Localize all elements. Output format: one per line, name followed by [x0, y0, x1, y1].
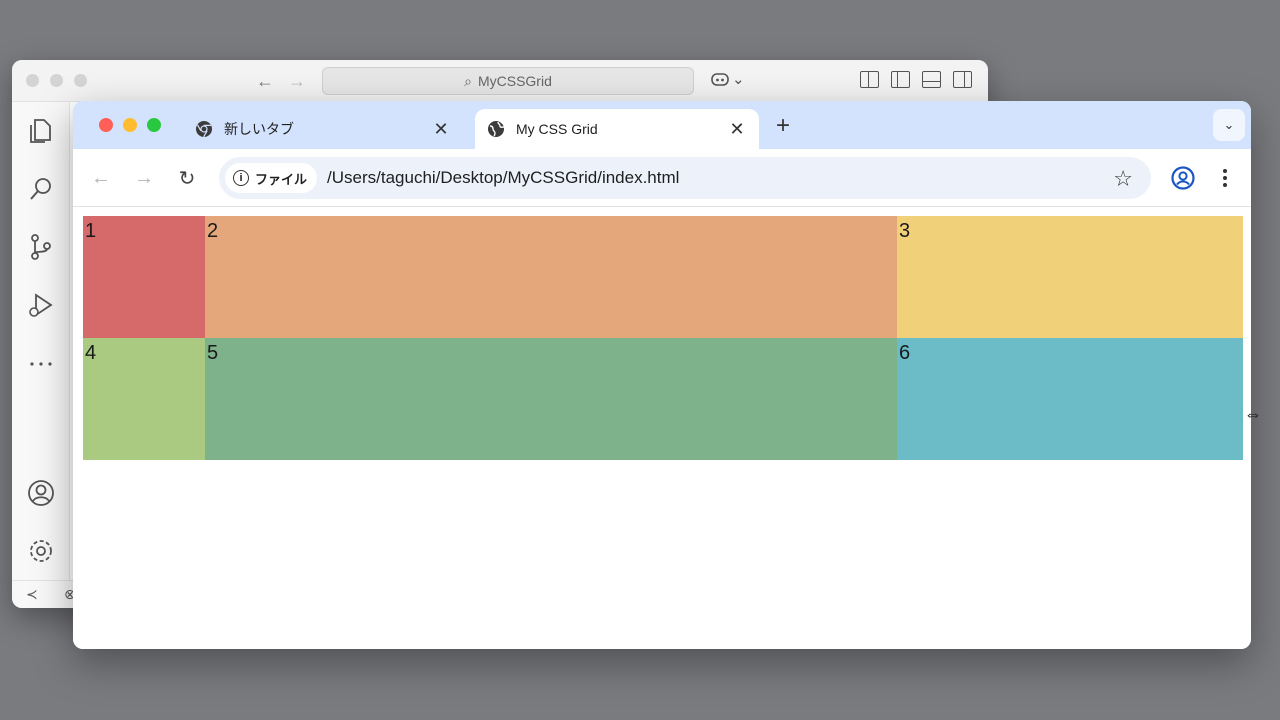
resize-cursor-icon: ⇔: [1244, 404, 1262, 424]
tab-close-icon[interactable]: ✕: [723, 119, 751, 140]
activity-bar: [12, 102, 70, 580]
editor-forward-button[interactable]: →: [288, 71, 306, 92]
minimize-window-button[interactable]: [123, 118, 137, 132]
reload-button[interactable]: ↻: [173, 164, 201, 192]
browser-toolbar: ← → ↻ i ファイル /Users/taguchi/Desktop/MyCS…: [73, 149, 1251, 207]
chevron-down-icon: ⌄: [732, 71, 745, 88]
site-info-label: ファイル: [255, 171, 308, 187]
page-content: 123 456: [73, 208, 1251, 649]
source-control-icon[interactable]: [26, 232, 56, 262]
grid-cell-1: 1: [83, 216, 205, 338]
customize-layout-icon[interactable]: [860, 71, 879, 88]
menu-dot: [1223, 169, 1227, 173]
site-info-chip[interactable]: i ファイル: [225, 163, 318, 193]
address-bar[interactable]: i ファイル /Users/taguchi/Desktop/MyCSSGrid/…: [219, 157, 1151, 199]
profile-icon[interactable]: [1169, 164, 1197, 192]
zoom-window-button[interactable]: [147, 118, 161, 132]
editor-back-button[interactable]: ←: [256, 71, 274, 92]
editor-minimize-light[interactable]: [50, 74, 63, 87]
chevron-down-icon: ⌄: [1223, 117, 1235, 132]
tab-my-css-grid[interactable]: My CSS Grid ✕: [475, 109, 759, 149]
tab-title: 新しいタブ: [224, 121, 294, 137]
grid-cell-4: 4: [83, 338, 205, 460]
explorer-icon[interactable]: [26, 116, 56, 146]
tab-close-icon[interactable]: ✕: [427, 119, 455, 140]
browser-menu-button[interactable]: [1213, 164, 1237, 192]
browser-window: 新しいタブ ✕ My CSS Grid ✕ + ⌄ ← → ↻ i ファイル /…: [73, 101, 1251, 649]
tab-strip: 新しいタブ ✕ My CSS Grid ✕ + ⌄: [73, 101, 1251, 149]
grid-cell-6: 6: [897, 338, 1243, 460]
grid-cell-3: 3: [897, 216, 1243, 338]
grid-cell-2: 2: [205, 216, 897, 338]
editor-layout-controls: [860, 71, 972, 88]
editor-zoom-light[interactable]: [74, 74, 87, 87]
grid-cell-5: 5: [205, 338, 897, 460]
menu-dot: [1223, 176, 1227, 180]
toggle-primary-sidebar-icon[interactable]: [891, 71, 910, 88]
back-button[interactable]: ←: [87, 164, 115, 192]
chrome-icon: [196, 121, 212, 138]
toggle-secondary-sidebar-icon[interactable]: [953, 71, 972, 88]
bookmark-star-icon[interactable]: ☆: [1113, 166, 1133, 192]
remote-icon[interactable]: ≺: [26, 586, 38, 603]
editor-nav: ← →: [256, 71, 306, 92]
search-icon: ⌕: [464, 72, 472, 89]
search-icon[interactable]: [26, 174, 56, 204]
close-window-button[interactable]: [99, 118, 113, 132]
editor-command-center[interactable]: ⌕ MyCSSGrid: [322, 67, 694, 95]
gear-icon[interactable]: [26, 536, 56, 566]
editor-titlebar: ← → ⌕ MyCSSGrid ⌄: [12, 60, 988, 102]
css-grid-container: 123 456: [83, 216, 1243, 460]
forward-button[interactable]: →: [130, 164, 158, 192]
editor-close-light[interactable]: [26, 74, 39, 87]
account-icon[interactable]: [26, 478, 56, 508]
copilot-icon: [711, 73, 729, 86]
url-text[interactable]: /Users/taguchi/Desktop/MyCSSGrid/index.h…: [327, 168, 1151, 188]
new-tab-button[interactable]: +: [771, 112, 795, 140]
editor-search-label: MyCSSGrid: [477, 73, 552, 89]
menu-dot: [1223, 183, 1227, 187]
more-icon[interactable]: [26, 348, 56, 378]
editor-window-controls: [26, 74, 87, 87]
toggle-panel-icon[interactable]: [922, 71, 941, 88]
tab-title: My CSS Grid: [516, 121, 598, 137]
run-debug-icon[interactable]: [26, 290, 56, 320]
copilot-button[interactable]: ⌄: [710, 70, 745, 88]
tab-search-button[interactable]: ⌄: [1213, 109, 1245, 141]
tab-new-tab[interactable]: 新しいタブ ✕: [183, 109, 463, 149]
globe-icon: [488, 121, 505, 137]
info-icon: i: [233, 170, 249, 186]
